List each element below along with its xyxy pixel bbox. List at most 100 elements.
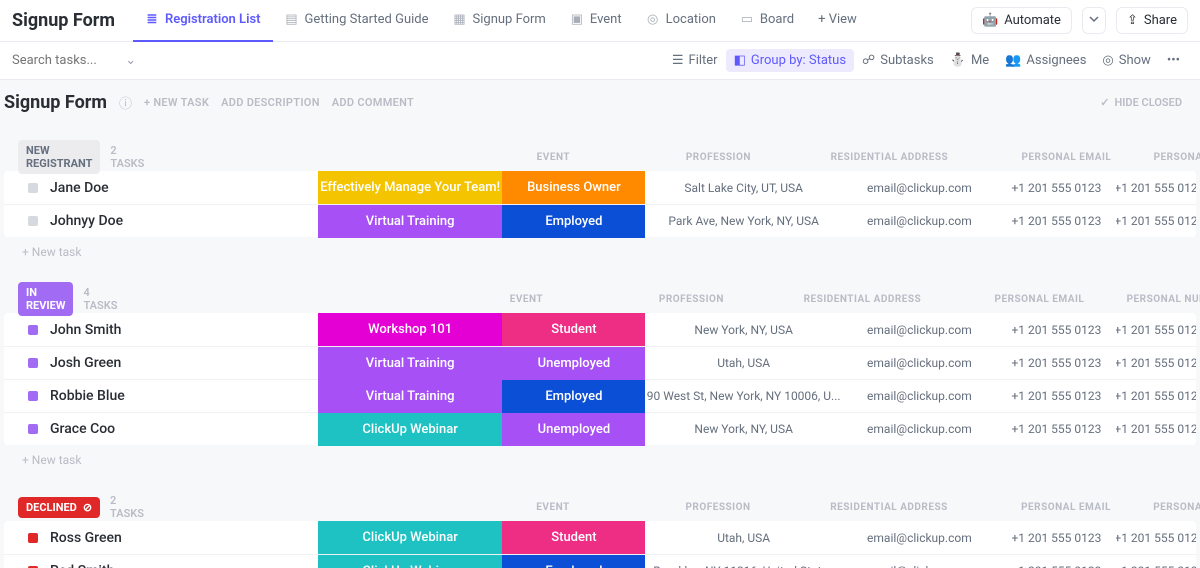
new-task-row[interactable]: + New task xyxy=(0,445,1200,475)
status-chip[interactable]: NEW REGISTRANT xyxy=(18,140,100,174)
personal-number-cell: +1 201 555 0123 xyxy=(997,171,1116,204)
group-2: DECLINED ⊘ 2 TASKS EVENT PROFESSION RESI… xyxy=(0,493,1200,568)
filter-button[interactable]: ☰Filter xyxy=(664,49,726,72)
table-row[interactable]: Jane Doe Effectively Manage Your Team! B… xyxy=(4,171,1196,204)
view-tab-2[interactable]: ▦Signup Form xyxy=(441,0,558,42)
status-square-icon[interactable] xyxy=(28,325,38,335)
event-tag[interactable]: ClickUp Webinar xyxy=(318,413,503,446)
add-comment-action[interactable]: ADD COMMENT xyxy=(332,96,414,109)
personal-number-cell: +1 201 555 0123 xyxy=(997,521,1116,554)
col-personal-number[interactable]: PERSONAL NUMBER xyxy=(1144,502,1200,513)
task-name[interactable]: Grace Coo xyxy=(50,421,115,437)
view-tab-4[interactable]: ◎Location xyxy=(634,0,728,42)
event-tag[interactable]: ClickUp Webinar xyxy=(318,521,503,554)
more-button[interactable]: ••• xyxy=(1159,49,1188,72)
view-tab-3[interactable]: ▣Event xyxy=(558,0,634,42)
search-input[interactable] xyxy=(12,53,122,68)
table-row[interactable]: Johnyy Doe Virtual Training Employed Par… xyxy=(4,204,1196,237)
col-address[interactable]: RESIDENTIAL ADDRESS xyxy=(790,502,988,513)
col-event[interactable]: EVENT xyxy=(460,502,646,513)
profession-tag[interactable]: Employed xyxy=(502,380,645,413)
search-chevron[interactable]: ⌄ xyxy=(125,53,136,68)
view-icon: ▦ xyxy=(453,13,467,27)
status-square-icon[interactable] xyxy=(28,216,38,226)
col-email[interactable]: PERSONAL EMAIL xyxy=(988,152,1144,163)
name-cell: Johnyy Doe xyxy=(4,213,318,229)
status-chip[interactable]: DECLINED ⊘ xyxy=(18,497,100,518)
event-tag[interactable]: Workshop 101 xyxy=(318,313,503,346)
work-number-cell: +1 201 555 012 xyxy=(1116,521,1196,554)
me-button[interactable]: ⛄Me xyxy=(942,49,997,72)
add-description-action[interactable]: ADD DESCRIPTION xyxy=(221,96,320,109)
event-tag[interactable]: ClickUp Webinar xyxy=(318,555,503,568)
assignees-button[interactable]: 👥Assignees xyxy=(997,49,1094,72)
table-row[interactable]: Grace Coo ClickUp Webinar Unemployed New… xyxy=(4,412,1196,445)
address-cell: Salt Lake City, UT, USA xyxy=(645,171,842,204)
task-name[interactable]: John Smith xyxy=(50,322,121,338)
status-chip[interactable]: IN REVIEW xyxy=(18,282,73,316)
col-profession[interactable]: PROFESSION xyxy=(646,152,790,163)
address-cell: 90 West St, New York, NY 10006, U... xyxy=(645,380,842,413)
status-square-icon[interactable] xyxy=(28,183,38,193)
table-row[interactable]: John Smith Workshop 101 Student New York… xyxy=(4,313,1196,346)
hide-closed-button[interactable]: ✓HIDE CLOSED xyxy=(1100,96,1182,109)
event-tag[interactable]: Virtual Training xyxy=(318,205,503,238)
table-row[interactable]: Josh Green Virtual Training Unemployed U… xyxy=(4,346,1196,379)
profession-tag[interactable]: Unemployed xyxy=(502,347,645,380)
status-square-icon[interactable] xyxy=(28,358,38,368)
profession-tag[interactable]: Student xyxy=(502,313,645,346)
event-tag[interactable]: Virtual Training xyxy=(318,380,503,413)
tasks-count: 2 TASKS xyxy=(110,144,144,170)
col-address[interactable]: RESIDENTIAL ADDRESS xyxy=(763,294,961,305)
task-name[interactable]: Red Smith xyxy=(50,563,114,568)
event-tag[interactable]: Virtual Training xyxy=(318,347,503,380)
col-profession[interactable]: PROFESSION xyxy=(646,502,790,513)
task-name[interactable]: Johnyy Doe xyxy=(50,213,123,229)
task-name[interactable]: Josh Green xyxy=(50,355,121,371)
status-square-icon[interactable] xyxy=(28,424,38,434)
status-square-icon[interactable] xyxy=(28,391,38,401)
task-name[interactable]: Ross Green xyxy=(50,530,122,546)
task-name[interactable]: Robbie Blue xyxy=(50,388,125,404)
automate-chevron[interactable] xyxy=(1082,7,1106,34)
subtasks-button[interactable]: ☍Subtasks xyxy=(854,49,942,72)
col-personal-number[interactable]: PERSONAL NUMBER xyxy=(1144,152,1200,163)
profession-tag[interactable]: Student xyxy=(502,521,645,554)
info-icon[interactable]: ⓘ xyxy=(119,93,132,112)
col-email[interactable]: PERSONAL EMAIL xyxy=(961,294,1117,305)
personal-number-cell: +1 201 555 0123 xyxy=(997,413,1116,446)
view-tab-6[interactable]: + View xyxy=(806,0,869,42)
col-personal-number[interactable]: PERSONAL NUMBER xyxy=(1117,294,1200,305)
col-address[interactable]: RESIDENTIAL ADDRESS xyxy=(790,152,988,163)
profession-tag[interactable]: Employed xyxy=(502,205,645,238)
view-tab-5[interactable]: ▭Board xyxy=(728,0,806,42)
breadcrumb[interactable]: Signup Form xyxy=(12,10,115,31)
task-name[interactable]: Jane Doe xyxy=(50,180,109,196)
col-event[interactable]: EVENT xyxy=(460,152,646,163)
event-tag[interactable]: Effectively Manage Your Team! xyxy=(318,171,503,204)
view-tab-1[interactable]: ▤Getting Started Guide xyxy=(273,0,441,42)
profession-tag[interactable]: Business Owner xyxy=(502,171,645,204)
view-tab-0[interactable]: ≣Registration List xyxy=(133,0,273,42)
table-row[interactable]: Ross Green ClickUp Webinar Student Utah,… xyxy=(4,521,1196,554)
check-circle-icon: ⊘ xyxy=(83,501,92,514)
group-by-button[interactable]: ◧Group by: Status xyxy=(726,49,854,72)
address-cell: New York, NY, USA xyxy=(645,413,842,446)
show-button[interactable]: ◎Show xyxy=(1094,49,1158,72)
automate-button[interactable]: 🤖 Automate xyxy=(971,7,1072,34)
share-button[interactable]: ⇪ Share xyxy=(1116,7,1188,34)
view-tab-label: Registration List xyxy=(165,12,261,27)
new-task-action[interactable]: + NEW TASK xyxy=(144,96,209,109)
col-email[interactable]: PERSONAL EMAIL xyxy=(988,502,1144,513)
status-square-icon[interactable] xyxy=(28,533,38,543)
table-row[interactable]: Red Smith ClickUp Webinar Employed Brook… xyxy=(4,554,1196,568)
col-profession[interactable]: PROFESSION xyxy=(619,294,763,305)
email-cell: email@clickup.com xyxy=(842,347,997,380)
subtasks-label: Subtasks xyxy=(880,53,934,68)
new-task-row[interactable]: + New task xyxy=(0,237,1200,267)
profession-tag[interactable]: Unemployed xyxy=(502,413,645,446)
table-row[interactable]: Robbie Blue Virtual Training Employed 90… xyxy=(4,379,1196,412)
hide-closed-label: HIDE CLOSED xyxy=(1114,96,1182,109)
col-event[interactable]: EVENT xyxy=(433,294,619,305)
profession-tag[interactable]: Employed xyxy=(502,555,645,568)
